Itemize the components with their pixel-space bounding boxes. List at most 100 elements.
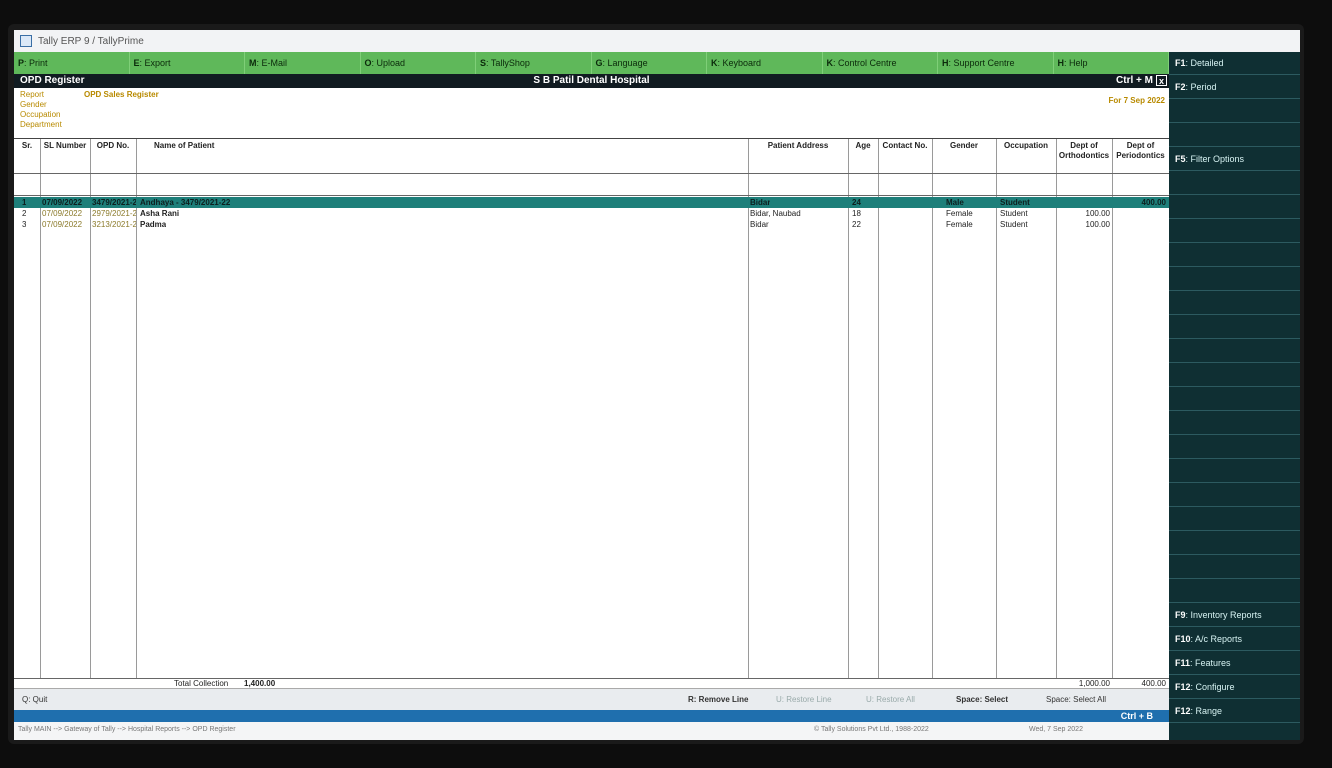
- row-ortho: 100.00: [1085, 209, 1110, 218]
- menu-support-centre[interactable]: H: Support Centre: [938, 52, 1054, 74]
- header-gender: Gender: [949, 141, 978, 150]
- rp-empty: [1169, 508, 1300, 531]
- header-age: Age: [855, 141, 871, 150]
- row-address: Bidar, Naubad: [750, 209, 801, 218]
- rp-empty: [1169, 244, 1300, 267]
- row-name: Padma: [140, 220, 167, 229]
- header-sl-number: SL Number: [43, 141, 87, 150]
- table-row[interactable]: 2 07/09/2022 2979/2021-22 Asha Rani Bida…: [14, 208, 1169, 219]
- row-opd: 3213/2021-22: [92, 220, 136, 229]
- rp-inventory-reports[interactable]: F9: Inventory Reports: [1169, 604, 1300, 627]
- rp-empty: [1169, 220, 1300, 243]
- rp-empty: [1169, 292, 1300, 315]
- row-gender: Female: [946, 220, 973, 229]
- rp-empty: [1169, 172, 1300, 195]
- rp-empty: [1169, 460, 1300, 483]
- rp-empty: [1169, 124, 1300, 147]
- header-occupation: Occupation: [1003, 141, 1048, 150]
- row-ortho: 100.00: [1085, 220, 1110, 229]
- menu-control-centre[interactable]: K: Control Centre: [823, 52, 938, 74]
- header-separator: [14, 173, 1169, 174]
- report-header: OPD Register S B Patil Dental Hospital C…: [14, 74, 1169, 88]
- rp-filter-options[interactable]: F5: Filter Options: [1169, 148, 1300, 171]
- rp-empty: [1169, 580, 1300, 603]
- table-row[interactable]: 3 07/09/2022 3213/2021-22 Padma Bidar 22…: [14, 219, 1169, 230]
- rp-empty: [1169, 268, 1300, 291]
- rp-period[interactable]: F2: Period: [1169, 76, 1300, 99]
- right-button-panel: F1: Detailed F2: Period F5: Filter Optio…: [1169, 52, 1300, 740]
- menu-tallyshop[interactable]: S: TallyShop: [476, 52, 592, 74]
- quit-button[interactable]: Q: Quit: [16, 689, 53, 711]
- rp-features[interactable]: F11: Features: [1169, 652, 1300, 675]
- action-buttonbar: Q: Quit R: Remove Line U: Restore Line U…: [14, 688, 1169, 712]
- rp-range[interactable]: F12: Range: [1169, 700, 1300, 723]
- footer-shortcut: Ctrl + B: [1120, 711, 1153, 721]
- header-address: Patient Address: [767, 141, 829, 150]
- company-name: S B Patil Dental Hospital: [533, 75, 650, 86]
- window-titlebar: Tally ERP 9 / TallyPrime: [14, 30, 1300, 53]
- rp-empty: [1169, 100, 1300, 123]
- menu-language[interactable]: G: Language: [592, 52, 707, 74]
- rp-configure[interactable]: F12: Configure: [1169, 676, 1300, 699]
- header-opd-no: OPD No.: [96, 141, 130, 150]
- row-sr: 1: [22, 198, 27, 207]
- remove-line-button[interactable]: R: Remove Line: [682, 689, 754, 711]
- menu-upload[interactable]: O: Upload: [361, 52, 476, 74]
- report-footer: Ctrl + B: [14, 710, 1169, 722]
- rp-detailed[interactable]: F1: Detailed: [1169, 52, 1300, 75]
- space-select-button[interactable]: Space: Select: [950, 689, 1014, 711]
- tally-window: P: Print E: Export M: E-Mail O: Upload S…: [14, 52, 1300, 740]
- register-table: Sr. SL Number OPD No. Name of Patient Pa…: [14, 138, 1169, 679]
- rp-empty: [1169, 340, 1300, 363]
- menu-help[interactable]: H: Help: [1054, 52, 1169, 74]
- status-date: Wed, 7 Sep 2022: [1029, 726, 1083, 733]
- row-date: 07/09/2022: [42, 220, 83, 229]
- row-opd: 2979/2021-22: [92, 209, 136, 218]
- header-shortcut: Ctrl + M: [1116, 75, 1153, 86]
- screen: Tally ERP 9 / TallyPrime P: Print E: Exp…: [14, 30, 1300, 740]
- select-all-button[interactable]: Space: Select All: [1040, 689, 1112, 711]
- row-gender: Male: [946, 198, 964, 207]
- report-info: Report OPD Sales Register Gender Occupat…: [14, 88, 1169, 138]
- row-gender: Female: [946, 209, 973, 218]
- row-occupation: Student: [1000, 198, 1030, 207]
- header-sr: Sr.: [21, 141, 33, 150]
- menu-email[interactable]: M: E-Mail: [245, 52, 361, 74]
- row-age: 24: [852, 198, 861, 207]
- menu-export[interactable]: E: Export: [130, 52, 245, 74]
- row-address: Bidar: [750, 220, 769, 229]
- breadcrumb: Tally MAIN --> Gateway of Tally --> Hosp…: [18, 726, 236, 733]
- close-icon[interactable]: x: [1156, 75, 1167, 86]
- rp-empty: [1169, 532, 1300, 555]
- row-date: 07/09/2022: [42, 198, 83, 207]
- header-separator: [14, 195, 1169, 196]
- rp-empty: [1169, 316, 1300, 339]
- rp-ac-reports[interactable]: F10: A/c Reports: [1169, 628, 1300, 651]
- rp-empty: [1169, 196, 1300, 219]
- rp-empty: [1169, 364, 1300, 387]
- header-contact: Contact No.: [882, 141, 928, 150]
- header-dept-perio: Dept of Periodontics: [1116, 141, 1165, 160]
- occupation-label: Occupation: [20, 110, 61, 119]
- table-row[interactable]: 1 07/09/2022 3479/2021-22 Andhaya - 3479…: [14, 197, 1169, 208]
- row-sr: 2: [22, 209, 27, 218]
- row-name: Asha Rani: [140, 209, 180, 218]
- gender-label: Gender: [20, 100, 47, 109]
- menu-keyboard[interactable]: K: Keyboard: [707, 52, 823, 74]
- report-label: Report: [20, 90, 45, 99]
- status-bar: Tally MAIN --> Gateway of Tally --> Hosp…: [14, 722, 1169, 740]
- copyright-text: © Tally Solutions Pvt Ltd., 1988-2022: [814, 726, 929, 733]
- row-age: 22: [852, 220, 861, 229]
- row-opd: 3479/2021-22: [92, 198, 136, 207]
- header-name: Name of Patient: [154, 141, 215, 150]
- header-dept-ortho: Dept of Orthodontics: [1058, 141, 1110, 160]
- rp-empty: [1169, 388, 1300, 411]
- tally-app-icon: [20, 35, 32, 47]
- rp-empty: [1169, 412, 1300, 435]
- restore-line-button[interactable]: U: Restore Line: [770, 689, 838, 711]
- menu-print[interactable]: P: Print: [14, 52, 130, 74]
- restore-all-button[interactable]: U: Restore All: [860, 689, 921, 711]
- row-sr: 3: [22, 220, 27, 229]
- row-address: Bidar: [750, 198, 771, 207]
- row-occupation: Student: [1000, 209, 1028, 218]
